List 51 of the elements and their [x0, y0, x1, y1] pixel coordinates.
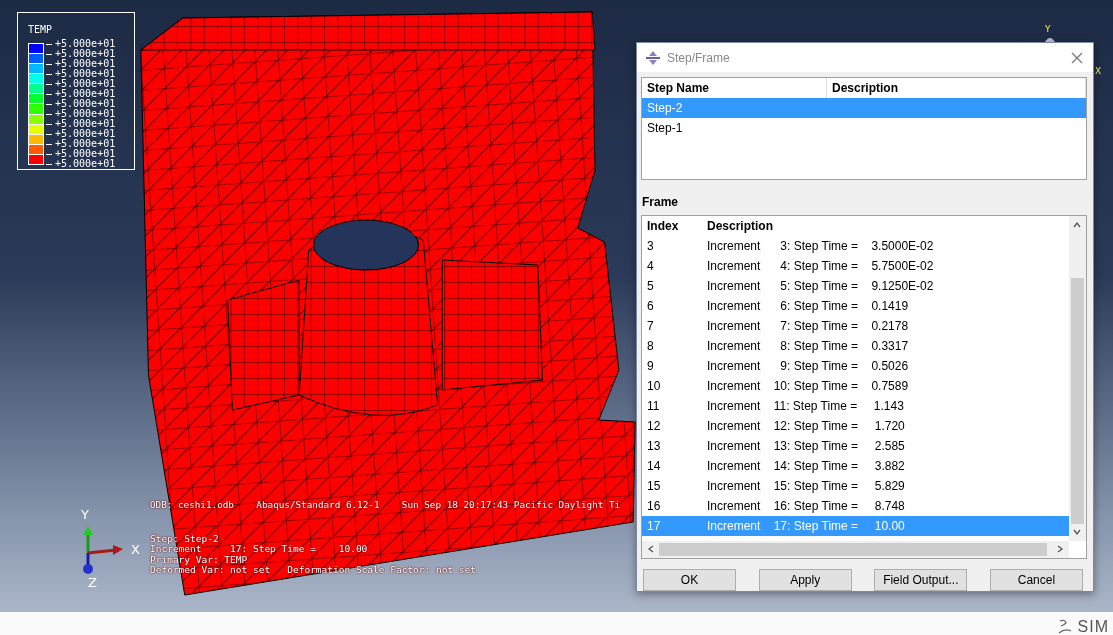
- axis-label: Z: [88, 575, 97, 590]
- frame-row[interactable]: 5 Increment 5: Step Time = 9.1250E-02: [642, 276, 1069, 296]
- dialog-button[interactable]: Field Output...: [874, 569, 968, 591]
- frame-row[interactable]: 4 Increment 4: Step Time = 5.7500E-02: [642, 256, 1069, 276]
- dialog-button[interactable]: Cancel: [989, 569, 1083, 591]
- frame-row[interactable]: 6 Increment 6: Step Time = 0.1419: [642, 296, 1069, 316]
- legend-value: +5.000e+01: [46, 149, 116, 159]
- frame-row[interactable]: 13 Increment 13: Step Time = 2.585: [642, 436, 1069, 456]
- frame-label: Frame: [642, 195, 680, 209]
- legend-value: +5.000e+01: [46, 109, 116, 119]
- vertical-scrollbar[interactable]: [1069, 216, 1086, 541]
- horizontal-scrollbar[interactable]: [642, 541, 1069, 558]
- legend-title: TEMP: [28, 24, 54, 36]
- legend-value: +5.000e+01: [46, 159, 116, 169]
- dialog-button[interactable]: Apply: [758, 569, 852, 591]
- legend-value: +5.000e+01: [46, 119, 116, 129]
- frame-row[interactable]: 14 Increment 14: Step Time = 3.882: [642, 456, 1069, 476]
- frame-row[interactable]: 10 Increment 10: Step Time = 0.7589: [642, 376, 1069, 396]
- odb-info-line: ODB: ceshi1.odb Abaqus/Standard 6.12-1 Sun Sep 18 20:17:43 Pacific Daylight Ti: [150, 500, 621, 511]
- legend-value: +5.000e+01: [46, 39, 116, 49]
- legend-value: +5.000e+01: [46, 89, 116, 99]
- company-logo: SIM: [1056, 619, 1109, 635]
- frame-row[interactable]: 9 Increment 9: Step Time = 0.5026: [642, 356, 1069, 376]
- axis-label: X: [1095, 66, 1102, 76]
- legend-value: +5.000e+01: [46, 59, 116, 69]
- frame-row[interactable]: 11 Increment 11: Step Time = 1.143: [642, 396, 1069, 416]
- chevron-icon[interactable]: [1073, 221, 1081, 229]
- axis-label: Y: [1045, 24, 1051, 34]
- step-frame-icon: [645, 49, 661, 66]
- frame-row[interactable]: 8 Increment 8: Step Time = 0.3317: [642, 336, 1069, 356]
- dialog-title: Step/Frame: [667, 50, 731, 65]
- legend-value: +5.000e+01: [46, 49, 116, 59]
- frame-row[interactable]: 12 Increment 12: Step Time = 1.720: [642, 416, 1069, 436]
- chevron-icon[interactable]: [1073, 528, 1081, 536]
- axis-label: Y: [81, 507, 89, 522]
- chevron-icon[interactable]: [647, 545, 655, 553]
- column-header[interactable]: Index: [642, 216, 702, 236]
- legend-value: +5.000e+01: [46, 99, 116, 109]
- step-row[interactable]: Step-1: [642, 118, 1086, 138]
- dialog-button[interactable]: OK: [643, 569, 736, 591]
- frame-row[interactable]: 3 Increment 3: Step Time = 3.5000E-02: [642, 236, 1069, 256]
- legend-value: +5.000e+01: [46, 139, 116, 149]
- legend-value: +5.000e+01: [46, 129, 116, 139]
- frame-row[interactable]: 7 Increment 7: Step Time = 0.2178: [642, 316, 1069, 336]
- frame-row[interactable]: 16 Increment 16: Step Time = 8.748: [642, 496, 1069, 516]
- chevron-icon[interactable]: [1056, 545, 1064, 553]
- axis-label: X: [131, 542, 140, 557]
- column-header[interactable]: Description: [702, 216, 1069, 236]
- frame-row[interactable]: 15 Increment 15: Step Time = 5.829: [642, 476, 1069, 496]
- legend-value: +5.000e+01: [46, 79, 116, 89]
- legend-value: +5.000e+01: [46, 69, 116, 79]
